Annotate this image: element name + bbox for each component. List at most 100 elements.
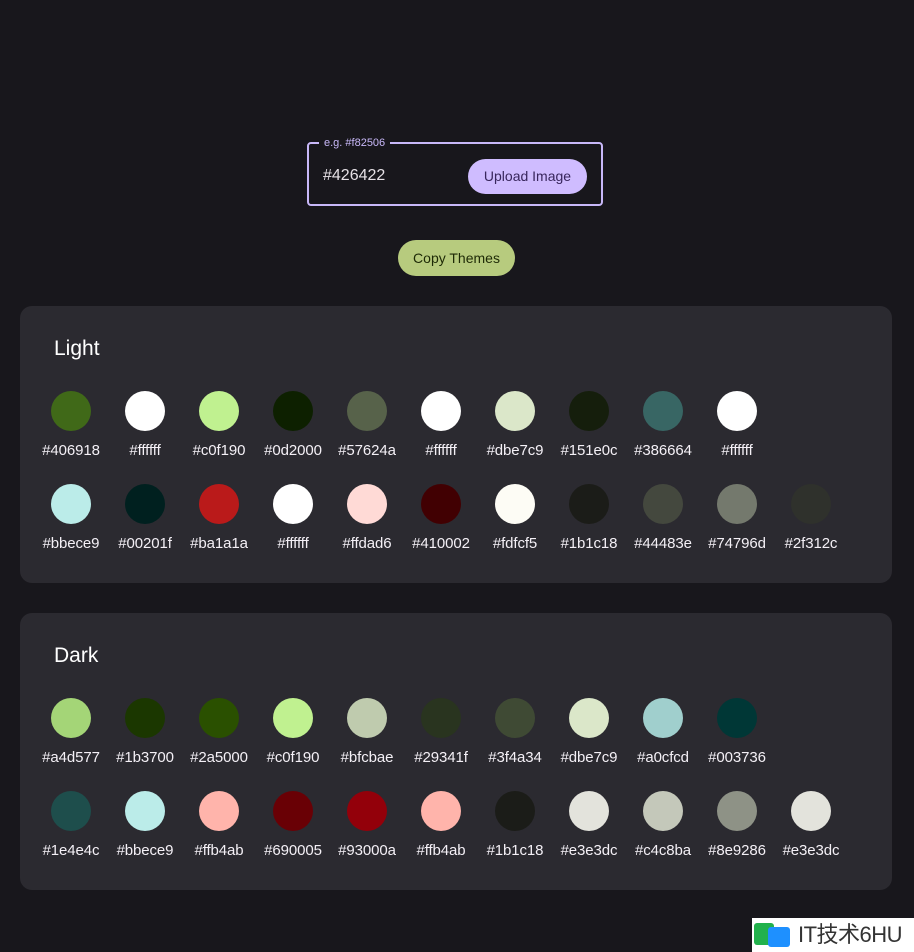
copy-themes-button[interactable]: Copy Themes (398, 240, 515, 276)
color-swatch-circle[interactable] (569, 391, 609, 431)
color-swatch[interactable]: #ffffff (700, 391, 774, 460)
color-input-value[interactable]: #426422 (323, 166, 385, 186)
color-swatch[interactable]: #dbe7c9 (552, 698, 626, 767)
color-swatch-circle[interactable] (717, 791, 757, 831)
color-swatch-circle[interactable] (717, 484, 757, 524)
color-swatch-hex-label: #a4d577 (42, 749, 100, 766)
color-swatch[interactable]: #57624a (330, 391, 404, 460)
color-swatch-circle[interactable] (273, 484, 313, 524)
color-swatch[interactable]: #e3e3dc (552, 791, 626, 860)
color-swatch[interactable]: #00201f (108, 484, 182, 553)
color-swatch-hex-label: #dbe7c9 (560, 749, 618, 766)
color-swatch[interactable]: #bbece9 (34, 484, 108, 553)
color-swatch-circle[interactable] (717, 391, 757, 431)
color-swatch-circle[interactable] (791, 484, 831, 524)
color-swatch[interactable]: #e3e3dc (774, 791, 848, 860)
color-swatch-hex-label: #bfcbae (340, 749, 394, 766)
color-swatch-circle[interactable] (199, 391, 239, 431)
color-swatch-hex-label: #386664 (634, 442, 692, 459)
color-swatch[interactable]: #ffdad6 (330, 484, 404, 553)
color-swatch-circle[interactable] (273, 791, 313, 831)
color-swatch[interactable]: #1b1c18 (552, 484, 626, 553)
color-swatch[interactable]: #1e4e4c (34, 791, 108, 860)
color-swatch[interactable]: #386664 (626, 391, 700, 460)
color-swatch[interactable]: #a4d577 (34, 698, 108, 767)
color-swatch-circle[interactable] (51, 791, 91, 831)
color-swatch-circle[interactable] (125, 791, 165, 831)
color-swatch-circle[interactable] (125, 698, 165, 738)
color-swatch[interactable]: #ffffff (108, 391, 182, 460)
color-swatch-circle[interactable] (199, 698, 239, 738)
color-swatch-circle[interactable] (273, 391, 313, 431)
color-swatch-circle[interactable] (569, 484, 609, 524)
color-swatch-circle[interactable] (495, 791, 535, 831)
color-swatch[interactable]: #3f4a34 (478, 698, 552, 767)
color-swatch-circle[interactable] (643, 391, 683, 431)
color-swatch[interactable]: #29341f (404, 698, 478, 767)
color-swatch-circle[interactable] (495, 698, 535, 738)
upload-image-button[interactable]: Upload Image (468, 159, 587, 194)
color-swatch[interactable]: #c0f190 (256, 698, 330, 767)
color-swatch-hex-label: #00201f (118, 535, 172, 552)
color-swatch[interactable]: #2f312c (774, 484, 848, 553)
color-swatch-circle[interactable] (199, 484, 239, 524)
color-swatch-circle[interactable] (791, 791, 831, 831)
color-swatch-circle[interactable] (421, 791, 461, 831)
color-swatch-circle[interactable] (51, 391, 91, 431)
color-swatch-circle[interactable] (495, 391, 535, 431)
color-swatch[interactable]: #406918 (34, 391, 108, 460)
color-input-field[interactable]: e.g. #f82506 #426422 Upload Image (307, 135, 603, 206)
color-swatch-circle[interactable] (273, 698, 313, 738)
color-swatch-hex-label: #410002 (412, 535, 470, 552)
color-swatch-hex-label: #1b1c18 (560, 535, 618, 552)
color-swatch-circle[interactable] (125, 391, 165, 431)
color-swatch[interactable]: #151e0c (552, 391, 626, 460)
color-swatch[interactable]: #74796d (700, 484, 774, 553)
color-swatch[interactable]: #93000a (330, 791, 404, 860)
color-swatch-hex-label: #ba1a1a (190, 535, 248, 552)
color-swatch[interactable]: #c4c8ba (626, 791, 700, 860)
color-swatch-circle[interactable] (347, 698, 387, 738)
color-swatch[interactable]: #003736 (700, 698, 774, 767)
color-swatch[interactable]: #ba1a1a (182, 484, 256, 553)
color-swatch[interactable]: #c0f190 (182, 391, 256, 460)
color-swatch[interactable]: #ffb4ab (182, 791, 256, 860)
color-swatch-circle[interactable] (51, 698, 91, 738)
color-swatch[interactable]: #bfcbae (330, 698, 404, 767)
color-swatch[interactable]: #410002 (404, 484, 478, 553)
color-swatch-circle[interactable] (643, 484, 683, 524)
color-swatch[interactable]: #690005 (256, 791, 330, 860)
color-swatch[interactable]: #1b1c18 (478, 791, 552, 860)
input-label: e.g. #f82506 (319, 135, 391, 151)
color-swatch-hex-label: #c4c8ba (634, 842, 691, 859)
color-swatch-circle[interactable] (495, 484, 535, 524)
color-swatch-circle[interactable] (421, 391, 461, 431)
color-swatch[interactable]: #1b3700 (108, 698, 182, 767)
color-swatch-circle[interactable] (199, 791, 239, 831)
color-swatch-circle[interactable] (643, 791, 683, 831)
color-swatch-circle[interactable] (569, 698, 609, 738)
color-swatch-circle[interactable] (643, 698, 683, 738)
color-swatch[interactable]: #ffffff (404, 391, 478, 460)
color-swatch-circle[interactable] (717, 698, 757, 738)
color-swatch[interactable]: #dbe7c9 (478, 391, 552, 460)
color-swatch[interactable]: #2a5000 (182, 698, 256, 767)
color-swatch-circle[interactable] (347, 391, 387, 431)
color-swatch[interactable]: #fdfcf5 (478, 484, 552, 553)
color-swatch[interactable]: #44483e (626, 484, 700, 553)
page: e.g. #f82506 #426422 Upload Image Copy T… (0, 0, 914, 952)
color-swatch-circle[interactable] (347, 484, 387, 524)
color-swatch[interactable]: #8e9286 (700, 791, 774, 860)
color-swatch-circle[interactable] (125, 484, 165, 524)
color-swatch-circle[interactable] (569, 791, 609, 831)
color-swatch-circle[interactable] (347, 791, 387, 831)
color-swatch-circle[interactable] (421, 698, 461, 738)
color-swatch[interactable]: #a0cfcd (626, 698, 700, 767)
color-swatch-circle[interactable] (51, 484, 91, 524)
color-swatch[interactable]: #bbece9 (108, 791, 182, 860)
color-swatch[interactable]: #0d2000 (256, 391, 330, 460)
color-swatch[interactable]: #ffb4ab (404, 791, 478, 860)
color-swatch-hex-label: #ffffff (277, 535, 309, 552)
color-swatch-circle[interactable] (421, 484, 461, 524)
color-swatch[interactable]: #ffffff (256, 484, 330, 553)
